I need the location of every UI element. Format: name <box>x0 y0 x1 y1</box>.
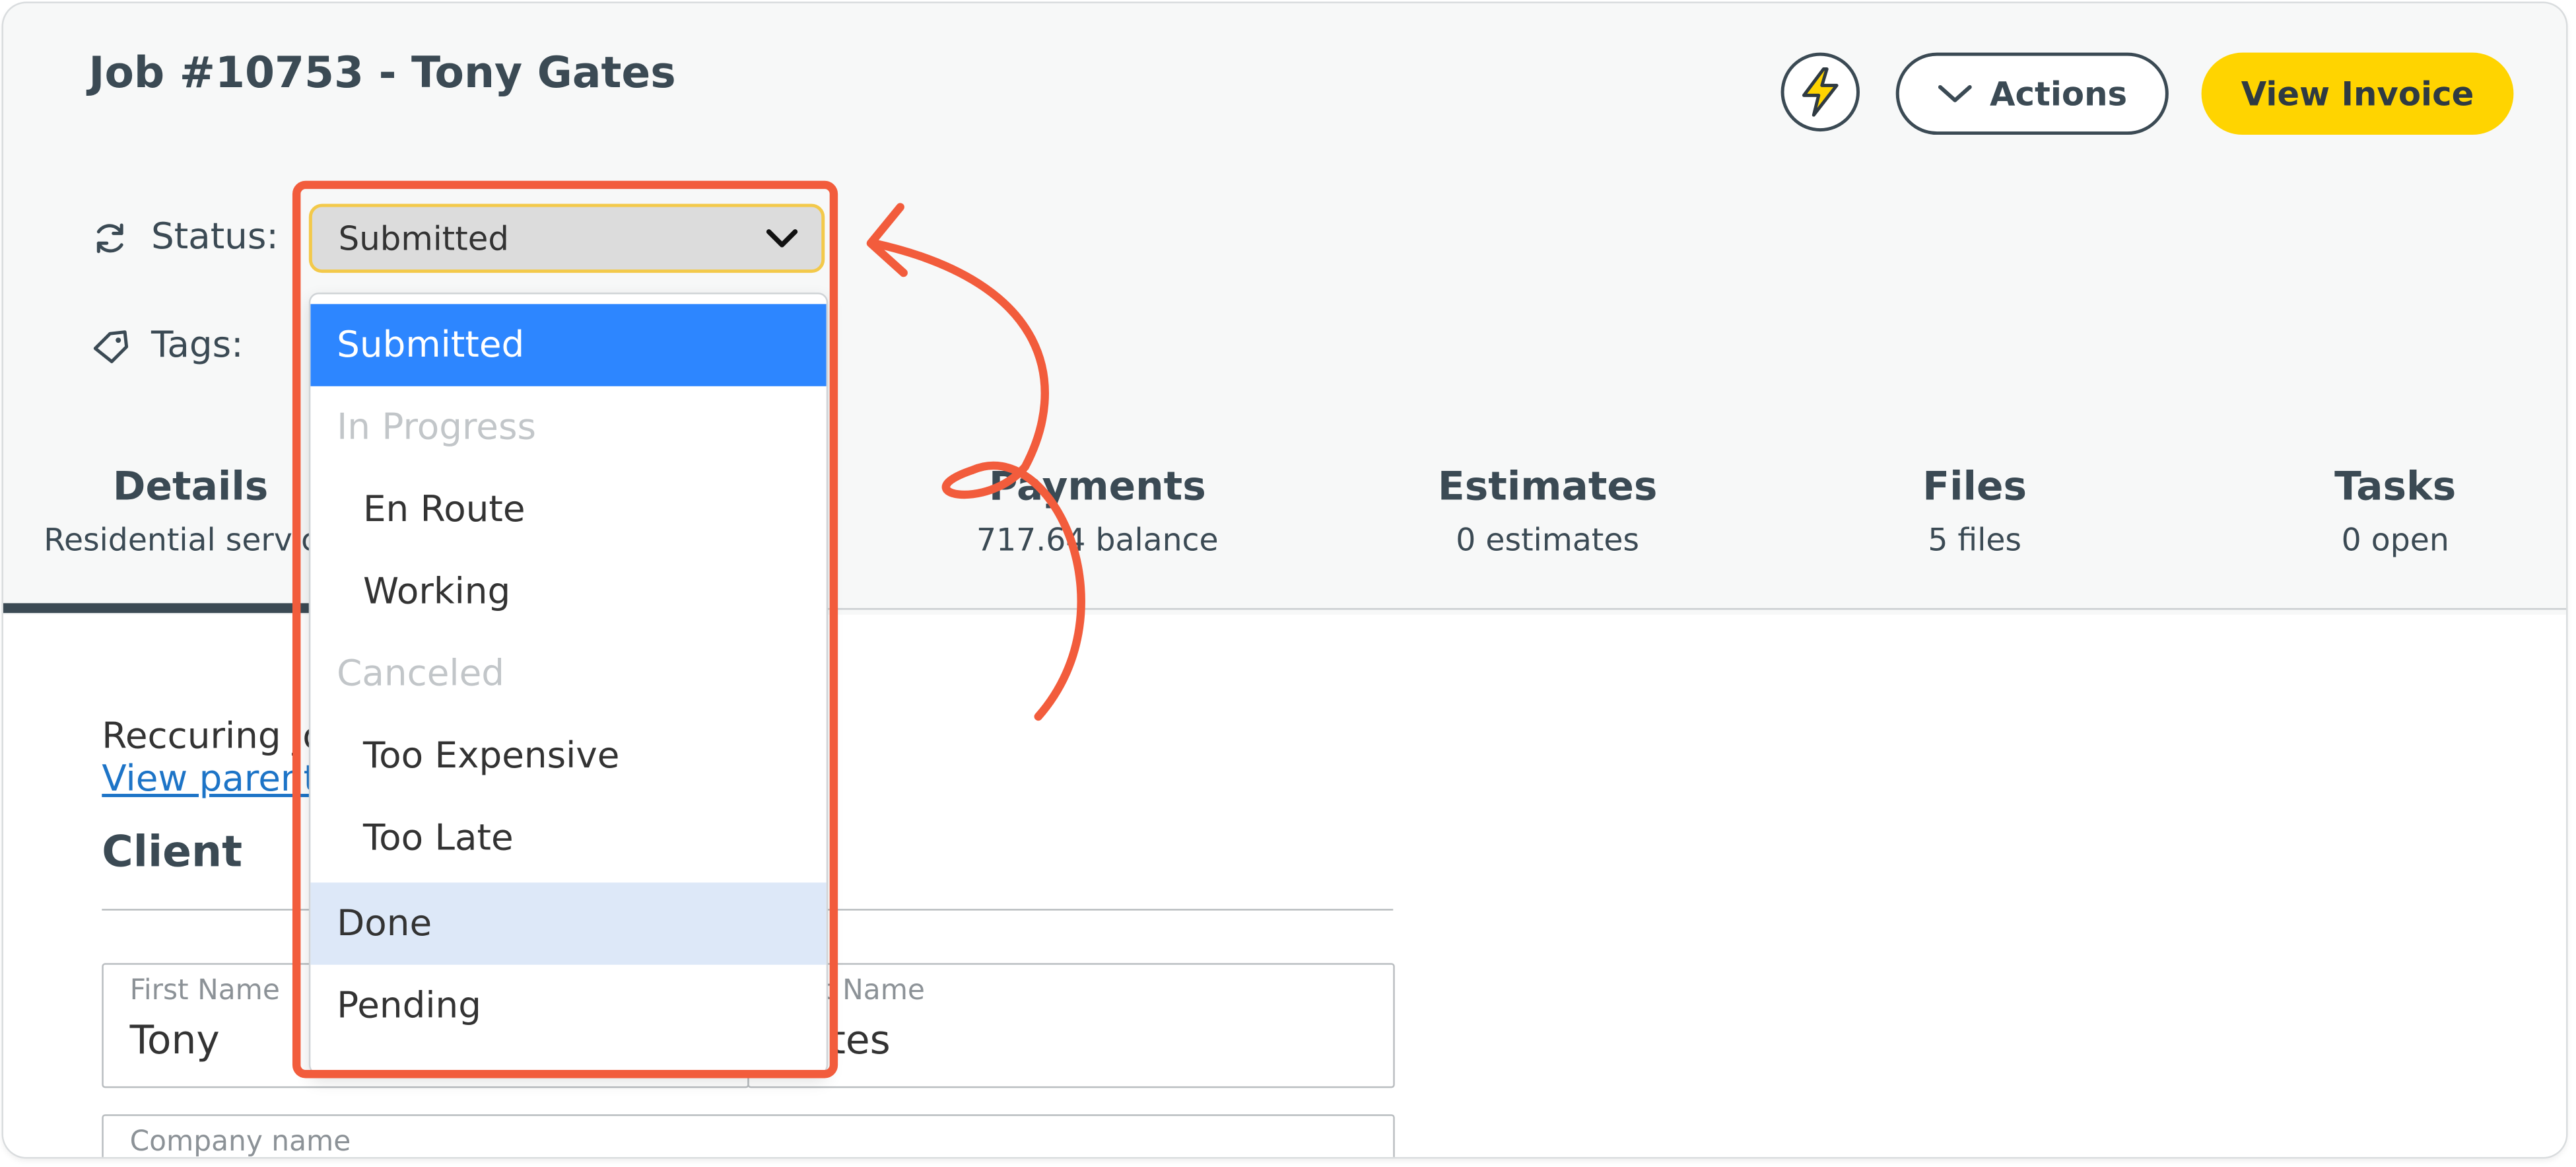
annotation-arrow <box>866 203 1085 721</box>
